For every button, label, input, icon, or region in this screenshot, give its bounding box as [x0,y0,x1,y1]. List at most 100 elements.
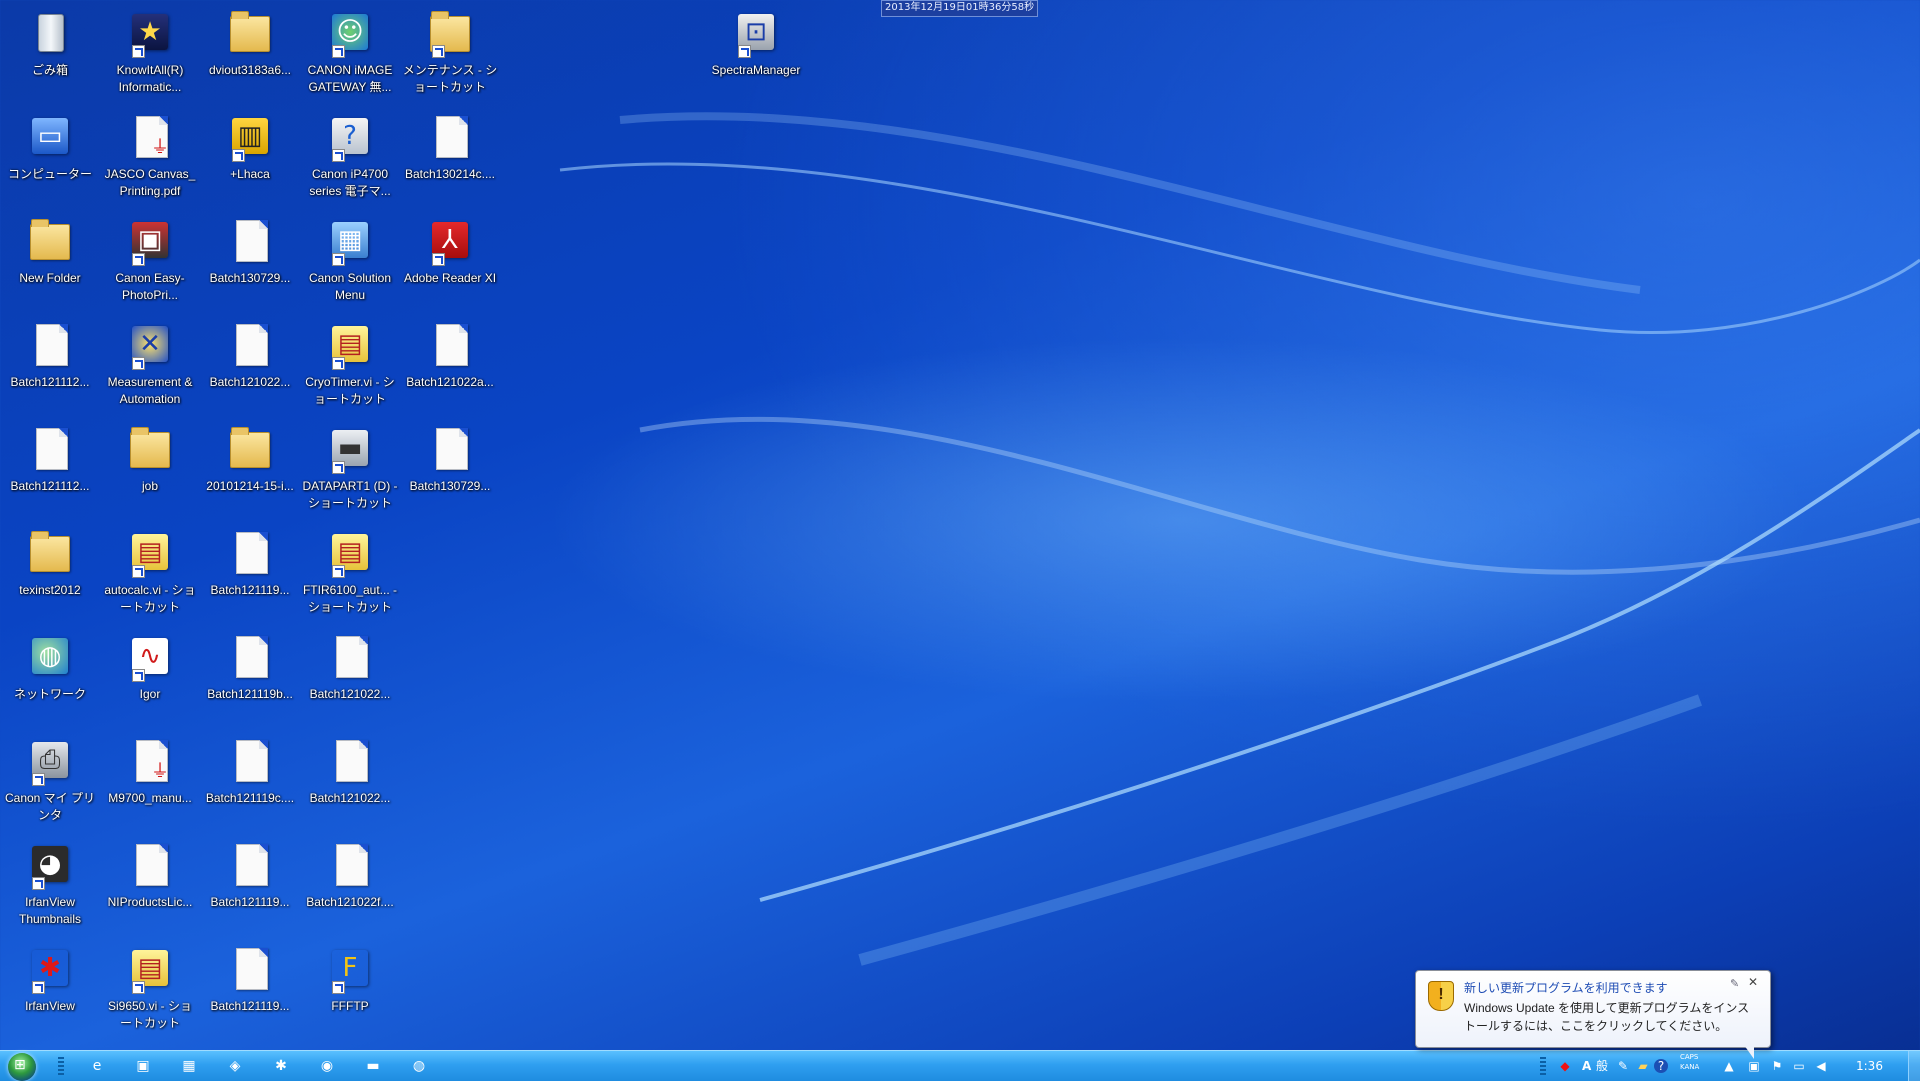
desktop-icon[interactable]: ☺ CANON iMAGE GATEWAY 無... [300,4,400,96]
notification-pin-icon[interactable]: ✎ [1730,977,1739,990]
update-shield-icon: ! [1428,981,1454,1011]
desktop-icon[interactable]: ▤ FTIR6100_aut... - ショートカット [300,524,400,616]
notification-close-icon[interactable]: ✕ [1748,975,1758,989]
desktop-icon-label: job [141,479,158,493]
ime-kana-indicator[interactable]: 般 [1596,1057,1608,1075]
desktop-icon[interactable]: ⊡ SpectraManager [706,4,806,79]
desktop-icon[interactable]: ∿ Igor [100,628,200,703]
calculator-icon[interactable]: ▦ [174,1054,204,1078]
desktop-icon[interactable]: Batch121119... [200,524,300,599]
desktop-icon-label: FTIR6100_aut... - ショートカット [302,583,398,614]
taskbar-clock[interactable]: 1:36 [1856,1057,1883,1075]
desktop-icon-label: Canon iP4700 series 電子マ... [309,167,391,198]
desktop-icon-label: autocalc.vi - ショートカット [104,583,196,614]
ime-pad-icon[interactable]: ▰ [1634,1057,1652,1075]
volume-icon[interactable]: ◀ [1812,1057,1830,1075]
file-icon [226,946,274,994]
shortcut-arrow-icon [432,45,445,58]
desktop-icon[interactable]: Batch121112... [0,316,100,391]
desktop-icon[interactable]: Batch121112... [0,420,100,495]
desktop-icon[interactable]: Batch121022... [300,732,400,807]
desktop-icon[interactable]: ▤ CryoTimer.vi - ショートカット [300,316,400,408]
desktop-icon[interactable]: F FFFTP [300,940,400,1015]
desktop-icon[interactable]: dviout3183a6... [200,4,300,79]
desktop-icon[interactable]: Batch121119c.... [200,732,300,807]
show-desktop-button[interactable] [1908,1051,1920,1081]
desktop-icon[interactable]: Batch130729... [200,212,300,287]
shortcut-arrow-icon [738,45,751,58]
desktop-icon[interactable]: ? Canon iP4700 series 電子マ... [300,108,400,200]
desktop-icon-label: Batch121112... [10,375,90,389]
network-tray-icon[interactable]: ▭ [1790,1057,1808,1075]
internet-explorer-icon[interactable]: e [82,1054,112,1078]
shortcut-arrow-icon [132,981,145,994]
remote-app-icon[interactable]: ◈ [220,1054,250,1078]
help-icon[interactable]: ? [1654,1059,1668,1073]
desktop-icon[interactable]: Batch121022... [300,628,400,703]
desktop-icon[interactable]: texinst2012 [0,524,100,599]
desktop-icon[interactable]: ▣ Canon Easy-PhotoPri... [100,212,200,304]
security-shield-icon[interactable]: ◆ [1556,1057,1574,1075]
desktop-icon-label: Batch121022f.... [306,895,394,909]
desktop-icon[interactable]: Batch121022a... [400,316,500,391]
desktop-icon-label: ネットワーク [13,687,86,701]
desktop-icon-label: Adobe Reader XI [403,271,497,285]
desktop-icon-label: Measurement & Automation [107,375,193,406]
start-button[interactable]: ⊞ [8,1053,36,1081]
desktop-icon[interactable]: NIProductsLic... [100,836,200,911]
folder-icon [126,426,174,474]
desktop-icon[interactable]: ◕ IrfanView Thumbnails [0,836,100,928]
desktop-icon-label: Batch130729... [409,479,491,493]
desktop-icon[interactable]: ▤ autocalc.vi - ショートカット [100,524,200,616]
desktop-icon[interactable]: メンテナンス - ショートカット [400,4,500,96]
desktop-icon[interactable]: ▤ Si9650.vi - ショートカット [100,940,200,1032]
explorer-icon[interactable]: ▬ [358,1054,388,1078]
taskbar-grip[interactable] [58,1057,64,1075]
desktop-icon[interactable]: ★ KnowItAll(R) Informatic... [100,4,200,96]
desktop-icon-label: NIProductsLic... [107,895,193,909]
desktop-icon[interactable]: Batch121119b... [200,628,300,703]
desktop-icon[interactable]: ▥ +Lhaca [200,108,300,183]
desktop-icon-label: IrfanView Thumbnails [18,895,82,926]
desktop-icon[interactable]: ⏚ JASCO Canvas_ Printing.pdf [100,108,200,200]
desktop-icon[interactable]: Batch121022... [200,316,300,391]
media-app-icon[interactable]: ▣ [128,1054,158,1078]
shortcut-arrow-icon [32,877,45,890]
desktop-icon[interactable]: ▬ DATAPART1 (D) - ショートカット [300,420,400,512]
action-center-flag-icon[interactable]: ⚑ [1768,1057,1786,1075]
desktop-icon[interactable]: Batch130214c.... [400,108,500,183]
file-icon [26,426,74,474]
shortcut-arrow-icon [232,149,245,162]
notification-title: 新しい更新プログラムを利用できます [1464,981,1668,995]
desktop-icon[interactable]: job [100,420,200,495]
desktop-icon[interactable]: ◍ ネットワーク [0,628,100,703]
desktop-icon[interactable]: Batch121119... [200,940,300,1015]
shortcut-arrow-icon [132,253,145,266]
desktop-icon[interactable]: Batch121119... [200,836,300,911]
desktop-icon[interactable]: Batch130729... [400,420,500,495]
desktop-icon[interactable]: ▭ コンピューター [0,108,100,183]
desktop-icon[interactable]: ✱ IrfanView [0,940,100,1015]
tray-grip[interactable] [1540,1057,1546,1075]
irfanview-thumbnails-icon: ◕ [26,842,74,890]
desktop-icon[interactable]: ✕ Measurement & Automation [100,316,200,408]
desktop-icon[interactable]: New Folder [0,212,100,287]
desktop-icon[interactable]: ごみ箱 [0,4,100,79]
media-player-icon[interactable]: ◉ [312,1054,342,1078]
desktop-icon[interactable]: Batch121022f.... [300,836,400,911]
desktop-icon[interactable]: 20101214-15-i... [200,420,300,495]
ime-mode-indicator[interactable]: A [1582,1057,1591,1075]
desktop-icon[interactable]: ▦ Canon Solution Menu [300,212,400,304]
desktop-icon[interactable]: ⏚ M9700_manu... [100,732,200,807]
windows-update-tray-icon[interactable]: ▣ [1745,1057,1763,1075]
network-globe-icon[interactable]: ◍ [404,1054,434,1078]
ime-tool-icon[interactable]: ✎ [1614,1057,1632,1075]
notification-tail [1744,1045,1754,1059]
show-hidden-icons-chevron-icon[interactable]: ▲ [1720,1057,1738,1075]
file-icon [226,842,274,890]
windows-update-notification[interactable]: ! 新しい更新プログラムを利用できます Windows Update を使用して… [1415,970,1771,1059]
desktop-icon[interactable]: ⎙ Canon マイ プリンタ [0,732,100,824]
desktop-icon[interactable]: ⅄ Adobe Reader XI [400,212,500,287]
irfanview-icon[interactable]: ✱ [266,1054,296,1078]
folder-shortcut-icon [426,10,474,58]
